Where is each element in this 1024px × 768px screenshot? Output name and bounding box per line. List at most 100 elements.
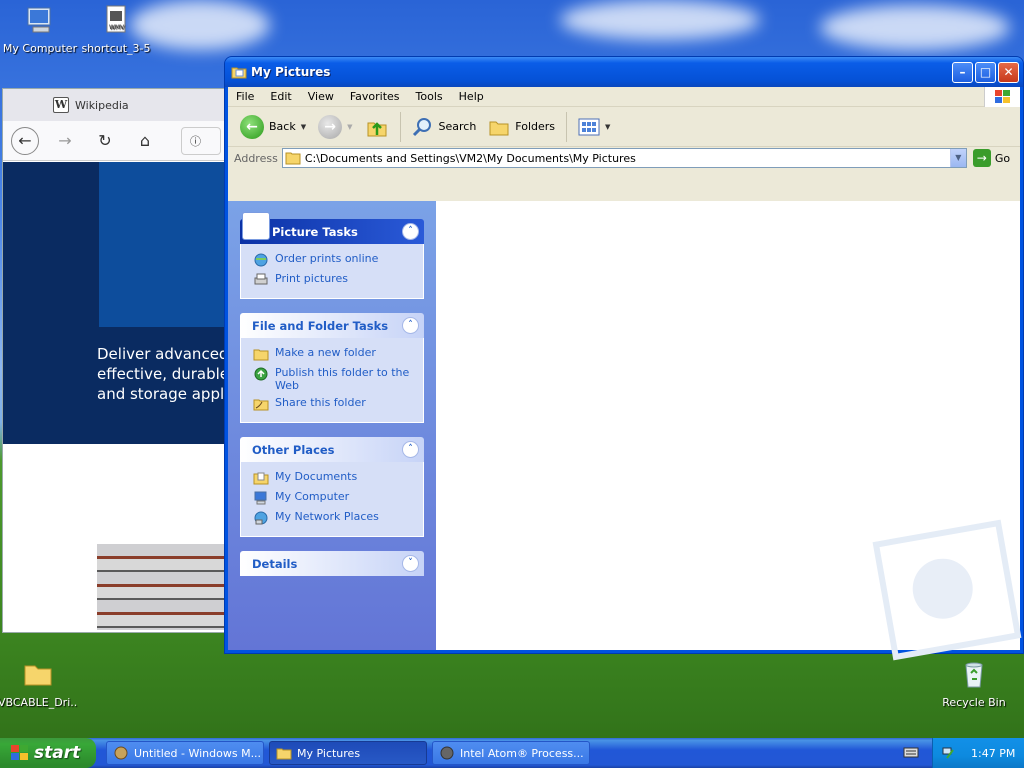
file-folder-tasks-header[interactable]: File and Folder Tasks ˄ [240,313,424,338]
pictures-folder-icon [276,748,292,760]
windows-logo-icon [11,745,28,760]
taskbar: start Untitled - Windows M... My Picture… [0,738,1024,768]
file-folder-tasks-panel: File and Folder Tasks ˄ Make a new folde… [240,313,424,423]
up-folder-button[interactable] [361,113,393,141]
recycle-bin-icon [965,662,983,688]
background-browser-window[interactable]: W Wikipedia ← → ↻ ⌂ ⓘ Deliver advanced e… [2,88,234,633]
folders-icon [489,121,509,135]
page-hero: Deliver advanced effective, durable, and… [3,162,234,444]
address-input[interactable]: C:\Documents and Settings\VM2\My Documen… [281,148,967,168]
browser-tab-title: Wikipedia [75,98,129,112]
expand-chevron-icon[interactable]: ˅ [402,555,419,572]
desktop-icon-recycle-bin[interactable]: Recycle Bin [934,658,1014,709]
picture-tasks-header[interactable]: Picture Tasks ˄ [240,212,424,244]
desktop-icon-my-computer[interactable]: My Computer [0,4,80,55]
views-button[interactable]: ▼ [574,115,614,139]
browser-tab-bar: W Wikipedia [3,89,227,121]
task-share-folder[interactable]: Share this folder [253,396,423,412]
title-bar[interactable]: My Pictures – □ ✕ [225,57,1023,87]
info-icon: ⓘ [190,134,201,148]
windows-logo-icon [984,87,1020,107]
pictures-folder-icon [285,152,301,165]
menu-tools[interactable]: Tools [408,90,451,103]
details-header[interactable]: Details ˅ [240,551,424,576]
back-arrow-icon[interactable]: ← [11,126,39,155]
details-panel: Details ˅ [240,551,424,576]
place-my-computer[interactable]: My Computer [253,490,423,506]
file-folder-tasks-body: Make a new folder Publish this folder to… [240,338,424,423]
collapse-chevron-icon[interactable]: ˄ [402,441,419,458]
desktop-icon-vbcable[interactable]: VBCABLE_Dri... [0,658,78,709]
taskbar-item-intel-atom[interactable]: Intel Atom® Process... [432,741,590,765]
other-places-body: My Documents My Computer My Network Plac… [240,462,424,537]
desktop-icon-shortcut[interactable]: WMV shortcut_3-5 [76,4,156,55]
search-button[interactable]: Search [408,114,481,140]
dropdown-caret-icon[interactable]: ▼ [605,123,610,131]
collapse-chevron-icon[interactable]: ˄ [402,223,419,240]
hero-text-line: and storage appli [97,385,229,403]
pictures-folder-icon [231,67,247,79]
collapse-chevron-icon[interactable]: ˄ [402,317,419,334]
wikipedia-icon: W [53,97,69,113]
network-status-icon[interactable] [941,745,957,761]
place-my-network-places[interactable]: My Network Places [253,510,423,526]
forward-button[interactable]: → ▼ [314,113,356,141]
back-arrow-icon: ← [240,114,264,139]
task-pane: Picture Tasks ˄ Order prints online Prin… [228,201,436,650]
back-button[interactable]: ← Back ▼ [236,113,310,141]
other-places-header[interactable]: Other Places ˄ [240,437,424,462]
home-icon[interactable]: ⌂ [131,127,159,155]
dropdown-caret-icon[interactable]: ▼ [301,123,306,131]
menu-edit[interactable]: Edit [262,90,299,103]
close-button[interactable]: ✕ [998,61,1019,83]
hero-text-line: effective, durable, [97,365,234,383]
place-my-documents[interactable]: My Documents [253,470,423,486]
desktop-icon-label: My Computer [2,42,78,55]
network-icon [254,511,268,525]
minimize-button[interactable]: – [952,61,973,83]
browser-tab[interactable]: W Wikipedia [53,97,129,113]
panel-title: Picture Tasks [272,224,358,239]
task-publish-folder[interactable]: Publish this folder to the Web [253,366,423,392]
menu-view[interactable]: View [300,90,342,103]
globe-icon [254,253,268,267]
forward-arrow-icon[interactable]: → [51,127,79,155]
movie-maker-icon [114,746,128,760]
desktop-icon-label: VBCABLE_Dri... [0,696,78,709]
taskbar-item-my-pictures[interactable]: My Pictures [269,741,427,765]
folders-button[interactable]: Folders [484,114,559,140]
taskbar-item-movie-maker[interactable]: Untitled - Windows M... [106,741,264,765]
file-list-area[interactable] [436,201,1022,661]
toolbar-separator [566,111,568,142]
place-label: My Documents [275,470,358,483]
go-button[interactable]: → Go [972,149,1011,167]
task-label: Publish this folder to the Web [275,366,410,392]
keyboard-icon[interactable] [903,745,919,759]
browser-icon [440,746,454,760]
task-print-pictures[interactable]: Print pictures [253,272,423,288]
folder-icon [24,665,52,686]
address-bar: Address C:\Documents and Settings\VM2\My… [228,147,1020,169]
explorer-window[interactable]: My Pictures – □ ✕ File Edit View Favorit… [224,56,1024,661]
menu-help[interactable]: Help [451,90,492,103]
go-button-label: Go [994,151,1011,165]
hero-panel [99,162,229,327]
desktop-icon-label: Recycle Bin [942,696,1006,709]
svg-text:WMV: WMV [109,24,125,31]
menu-file[interactable]: File [228,90,262,103]
browser-url-bar[interactable]: ⓘ [181,126,221,155]
clock[interactable]: 1:47 PM [971,747,1015,760]
dropdown-caret-icon[interactable]: ▼ [347,123,352,131]
search-button-label: Search [438,120,477,133]
panel-title: File and Folder Tasks [252,318,389,333]
menu-favorites[interactable]: Favorites [342,90,408,103]
reload-icon[interactable]: ↻ [91,127,119,155]
system-tray: 1:47 PM [932,738,1024,768]
warehouse-photo [97,544,229,630]
task-order-prints[interactable]: Order prints online [253,252,423,268]
maximize-button[interactable]: □ [975,61,996,83]
start-button[interactable]: start [0,738,96,768]
task-make-new-folder[interactable]: Make a new folder [253,346,423,362]
task-label: Make a new folder [275,346,376,359]
address-dropdown-icon[interactable]: ▼ [949,149,966,167]
